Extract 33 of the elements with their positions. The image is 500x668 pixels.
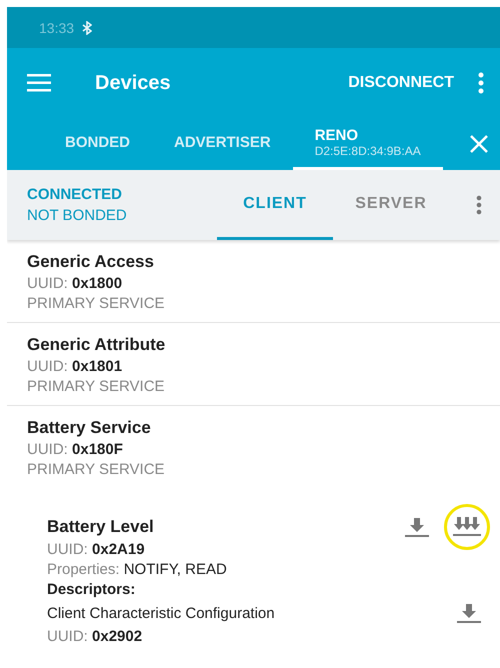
download-icon (456, 601, 482, 625)
multiple-down-arrows-icon (452, 515, 482, 539)
service-type: PRIMARY SERVICE (27, 378, 166, 395)
characteristic-name: Battery Level (47, 517, 154, 537)
service-uuid: UUID: 0x1800 (27, 275, 124, 292)
tab[interactable]: CLIENT (217, 170, 333, 240)
service-uuid: UUID: 0x1801 (27, 358, 124, 375)
service-name: Generic Access (27, 252, 155, 272)
bluetooth-icon (82, 20, 92, 34)
descriptor-name: Client Characteristic Configuration (47, 604, 275, 622)
service-type: PRIMARY SERVICE (27, 461, 166, 478)
service-type: PRIMARY SERVICE (27, 295, 166, 312)
service-name: Generic Attribute (27, 335, 166, 355)
disconnect-button[interactable]: DISCONNECT (342, 68, 460, 98)
characteristic-uuid: UUID: 0x2A19 (47, 541, 146, 558)
highlight-ring[interactable] (444, 504, 490, 550)
tab[interactable]: SERVER (333, 170, 449, 240)
more-icon[interactable] (478, 72, 484, 94)
service-name: Battery Service (27, 418, 152, 438)
connection-status: CONNECTED (27, 186, 124, 203)
menu-icon[interactable] (27, 74, 51, 92)
device-tab[interactable]: BONDED (43, 118, 152, 170)
download-icon (404, 515, 430, 539)
device-tab[interactable]: ADVERTISER (152, 118, 293, 170)
read-button[interactable] (404, 515, 430, 539)
read-button[interactable] (456, 601, 482, 625)
descriptor-uuid: UUID: 0x2902 (47, 628, 144, 645)
characteristic-properties: Properties: NOTIFY, READ (47, 561, 228, 578)
screen-title: Devices (95, 72, 172, 94)
bond-status: NOT BONDED (27, 207, 128, 224)
status-time: 13:33 (39, 20, 74, 36)
descriptors-label: Descriptors: (47, 581, 136, 598)
service-uuid: UUID: 0x180F (27, 441, 124, 458)
